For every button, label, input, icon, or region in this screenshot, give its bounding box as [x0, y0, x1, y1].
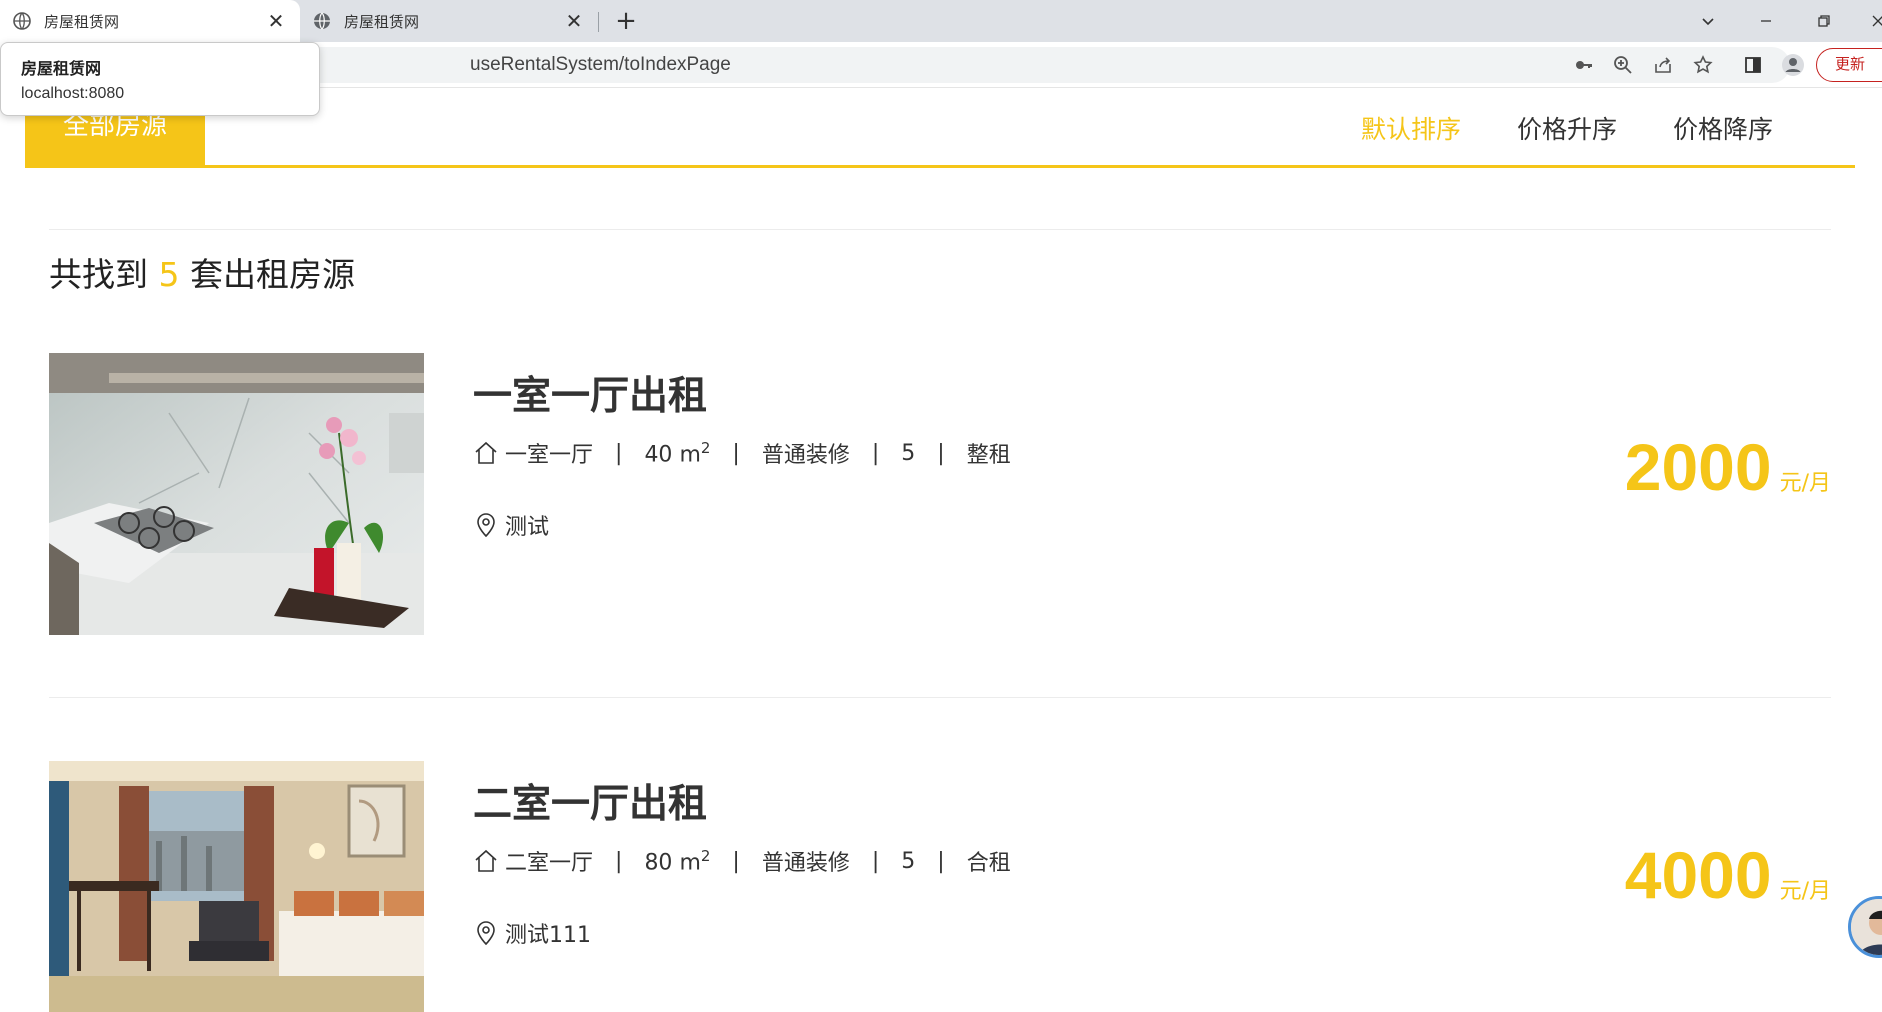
area-value: 40	[644, 442, 673, 468]
zoom-icon[interactable]	[1609, 51, 1637, 79]
close-tab-icon[interactable]: ✕	[264, 9, 288, 33]
area-value: 80	[644, 850, 673, 876]
tooltip-host: localhost:8080	[21, 85, 125, 102]
result-count-suffix: 套出租房源	[190, 255, 355, 294]
profile-icon[interactable]	[1779, 51, 1807, 79]
location-pin-icon	[477, 921, 495, 946]
listing-location: 测试111	[473, 917, 591, 949]
meta-separator: |	[937, 848, 945, 874]
meta-separator: |	[732, 848, 740, 874]
tab-search-chevron-icon[interactable]	[1680, 0, 1736, 42]
listing-photo-kitchen[interactable]	[49, 353, 424, 635]
house-icon	[475, 441, 497, 464]
tab-title: 房屋租赁网	[44, 12, 120, 31]
price-unit: 元/月	[1779, 471, 1831, 496]
listing-layout: 二室一厅	[505, 851, 594, 876]
listing-rent-type: 合租	[966, 851, 1011, 876]
listing-location: 测试	[473, 509, 549, 541]
browser-tab-inactive[interactable]: 房屋租赁网 ✕	[300, 0, 598, 42]
listing-layout: 一室一厅	[505, 443, 594, 468]
result-count-number: 5	[158, 255, 180, 294]
listing-decoration: 普通装修	[761, 851, 850, 876]
area-exponent: 2	[700, 438, 711, 457]
new-tab-button[interactable]: +	[612, 6, 640, 36]
price-unit: 元/月	[1779, 879, 1831, 904]
listing-title[interactable]: 二室一厅出租	[473, 773, 707, 829]
update-label: 更新	[1835, 55, 1866, 73]
minimize-button[interactable]	[1738, 0, 1794, 42]
tooltip-title: 房屋租赁网	[21, 59, 102, 78]
price-amount: 2000	[1624, 430, 1772, 504]
globe-icon	[13, 12, 31, 30]
listing-area: 80 m2	[644, 847, 710, 875]
meta-separator: |	[615, 848, 623, 874]
listing-meta: 一室一厅 | 40 m2 | 普通装修 | 5 | 整租	[473, 437, 1011, 469]
listing-price: 4000 元/月	[1625, 837, 1831, 913]
url-text[interactable]: useRentalSystem/toIndexPage	[470, 47, 731, 83]
close-window-button[interactable]	[1850, 0, 1882, 42]
listing-meta: 二室一厅 | 80 m2 | 普通装修 | 5 | 合租	[473, 845, 1011, 877]
meta-separator: |	[871, 848, 880, 874]
location-text: 测试	[505, 515, 550, 540]
listing-floor: 5	[901, 848, 916, 874]
listing-decoration: 普通装修	[761, 443, 850, 468]
tab-title: 房屋租赁网	[344, 12, 420, 31]
price-amount: 4000	[1624, 838, 1772, 912]
tab-separator	[598, 12, 599, 32]
address-bar[interactable]: useRentalSystem/toIndexPage	[150, 47, 1790, 83]
house-icon	[475, 849, 497, 872]
browser-tab-bar: 房屋租赁网 ✕ 房屋租赁网 ✕ +	[0, 0, 1882, 42]
divider	[49, 229, 1831, 230]
bookmark-star-icon[interactable]	[1689, 51, 1717, 79]
result-count: 共找到 5 套出租房源	[49, 248, 355, 296]
update-button[interactable]: 更新	[1816, 48, 1882, 82]
key-icon[interactable]	[1570, 51, 1598, 79]
listing-price: 2000 元/月	[1625, 429, 1831, 505]
meta-separator: |	[937, 440, 945, 466]
sort-default[interactable]: 默认排序	[1361, 110, 1461, 146]
area-exponent: 2	[700, 846, 711, 865]
listing-floor: 5	[901, 440, 916, 466]
listing-rent-type: 整租	[966, 443, 1011, 468]
location-pin-icon	[477, 513, 495, 538]
meta-separator: |	[871, 440, 880, 466]
browser-tab-active[interactable]: 房屋租赁网 ✕	[0, 0, 300, 42]
location-text: 测试111	[505, 923, 591, 948]
area-unit: m	[679, 850, 701, 876]
meta-separator: |	[615, 440, 623, 466]
floating-avatar[interactable]	[1848, 896, 1882, 958]
sort-price-asc[interactable]: 价格升序	[1517, 110, 1617, 146]
share-icon[interactable]	[1649, 51, 1677, 79]
area-unit: m	[679, 442, 701, 468]
listing-item[interactable]: 二室一厅出租 二室一厅 | 80 m2 | 普通装修 | 5 | 合租 测试11…	[49, 761, 1831, 1012]
side-panel-icon[interactable]	[1739, 51, 1767, 79]
meta-separator: |	[732, 440, 740, 466]
close-tab-icon[interactable]: ✕	[562, 9, 586, 33]
restore-button[interactable]	[1796, 0, 1852, 42]
listing-photo-bedroom[interactable]	[49, 761, 424, 1012]
sort-price-desc[interactable]: 价格降序	[1673, 110, 1773, 146]
tab-hover-tooltip: 房屋租赁网 localhost:8080	[0, 42, 320, 116]
listing-area: 40 m2	[644, 439, 710, 467]
listing-item[interactable]: 一室一厅出租 一室一厅 | 40 m2 | 普通装修 | 5 | 整租 测试 2…	[49, 353, 1831, 643]
globe-icon	[314, 12, 330, 30]
listing-title[interactable]: 一室一厅出租	[473, 365, 707, 421]
divider	[49, 697, 1831, 698]
result-count-prefix: 共找到	[49, 255, 148, 294]
